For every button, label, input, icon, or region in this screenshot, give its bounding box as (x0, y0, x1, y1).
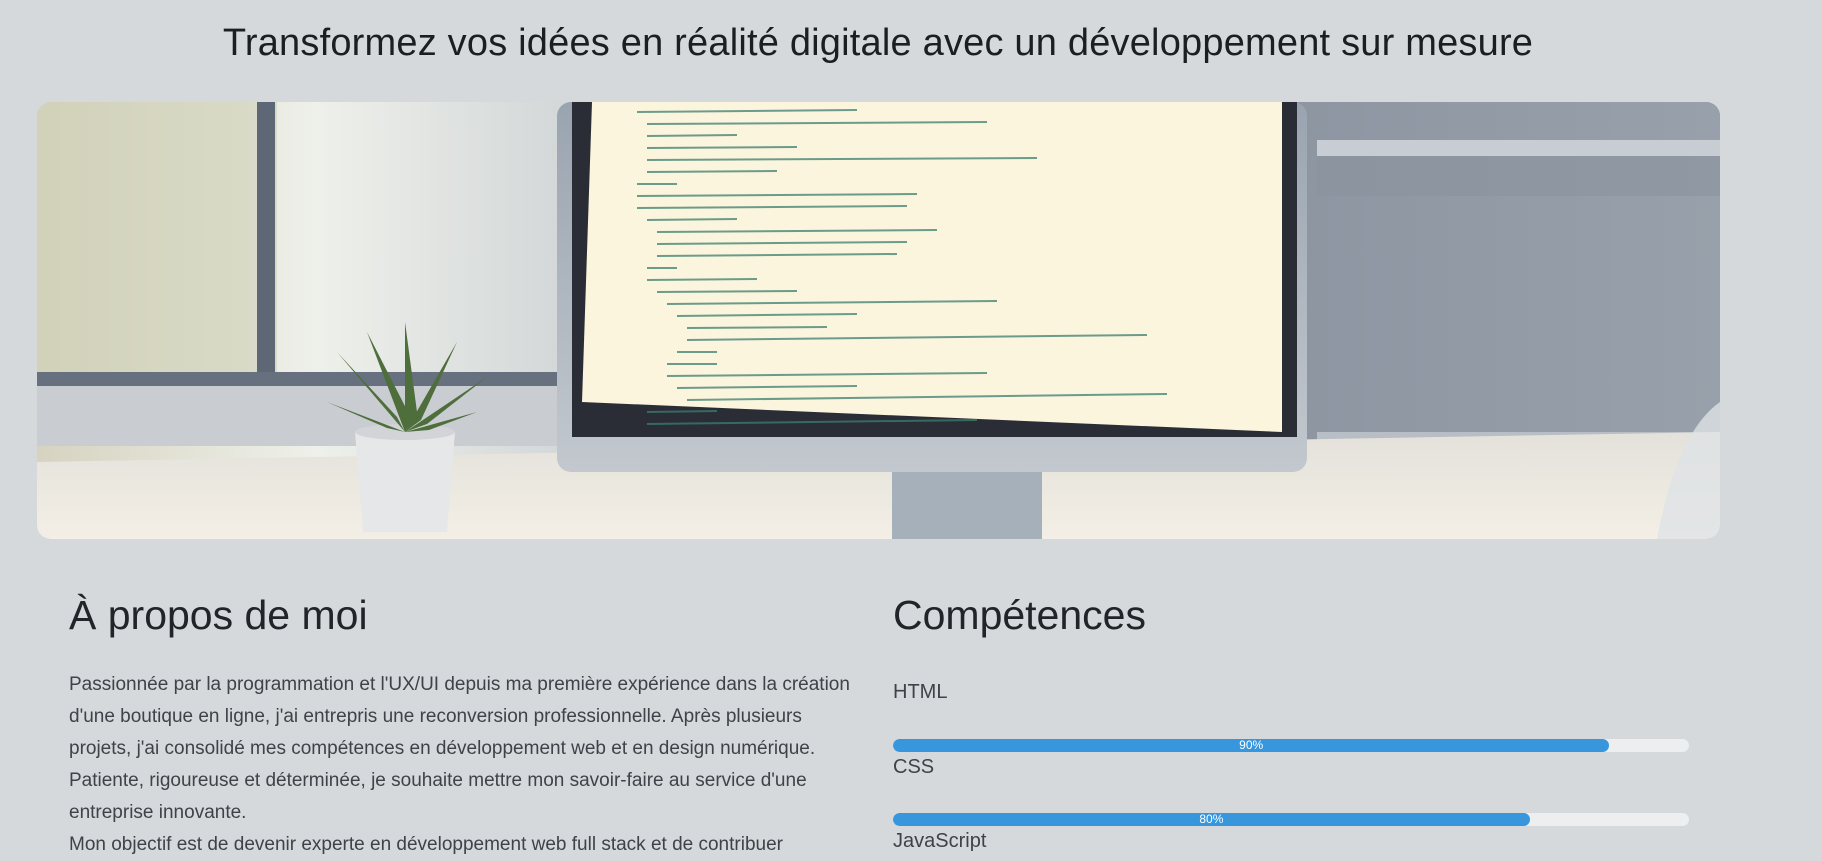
progress-bar-css: 80% (893, 813, 1530, 826)
skill-name: CSS (893, 756, 935, 778)
about-paragraph-2: Mon objectif est de devenir experte en d… (69, 834, 783, 855)
hero-banner-image (37, 102, 1720, 539)
skills-section: Compétences HTML 90% CSS 80% JavaScript (893, 592, 1689, 852)
skill-javascript: JavaScript (893, 829, 1689, 853)
skill-name: HTML (893, 681, 948, 703)
progress-bar-html: 90% (893, 739, 1610, 752)
skill-html: HTML (893, 680, 1689, 704)
about-section: À propos de moi Passionnée par la progra… (69, 592, 869, 861)
about-text: Passionnée par la programmation et l'UX/… (69, 669, 869, 861)
skill-name: JavaScript (893, 830, 987, 852)
about-title: À propos de moi (69, 592, 368, 638)
hero-title: Transformez vos idées en réalité digital… (222, 22, 1534, 64)
skills-title: Compétences (893, 592, 1146, 638)
skill-css: CSS (893, 755, 1689, 779)
desk-computer-illustration (37, 102, 1720, 539)
progress-css: 80% (893, 813, 1689, 826)
progress-html: 90% (893, 739, 1689, 752)
about-paragraph: Passionnée par la programmation et l'UX/… (69, 674, 850, 823)
